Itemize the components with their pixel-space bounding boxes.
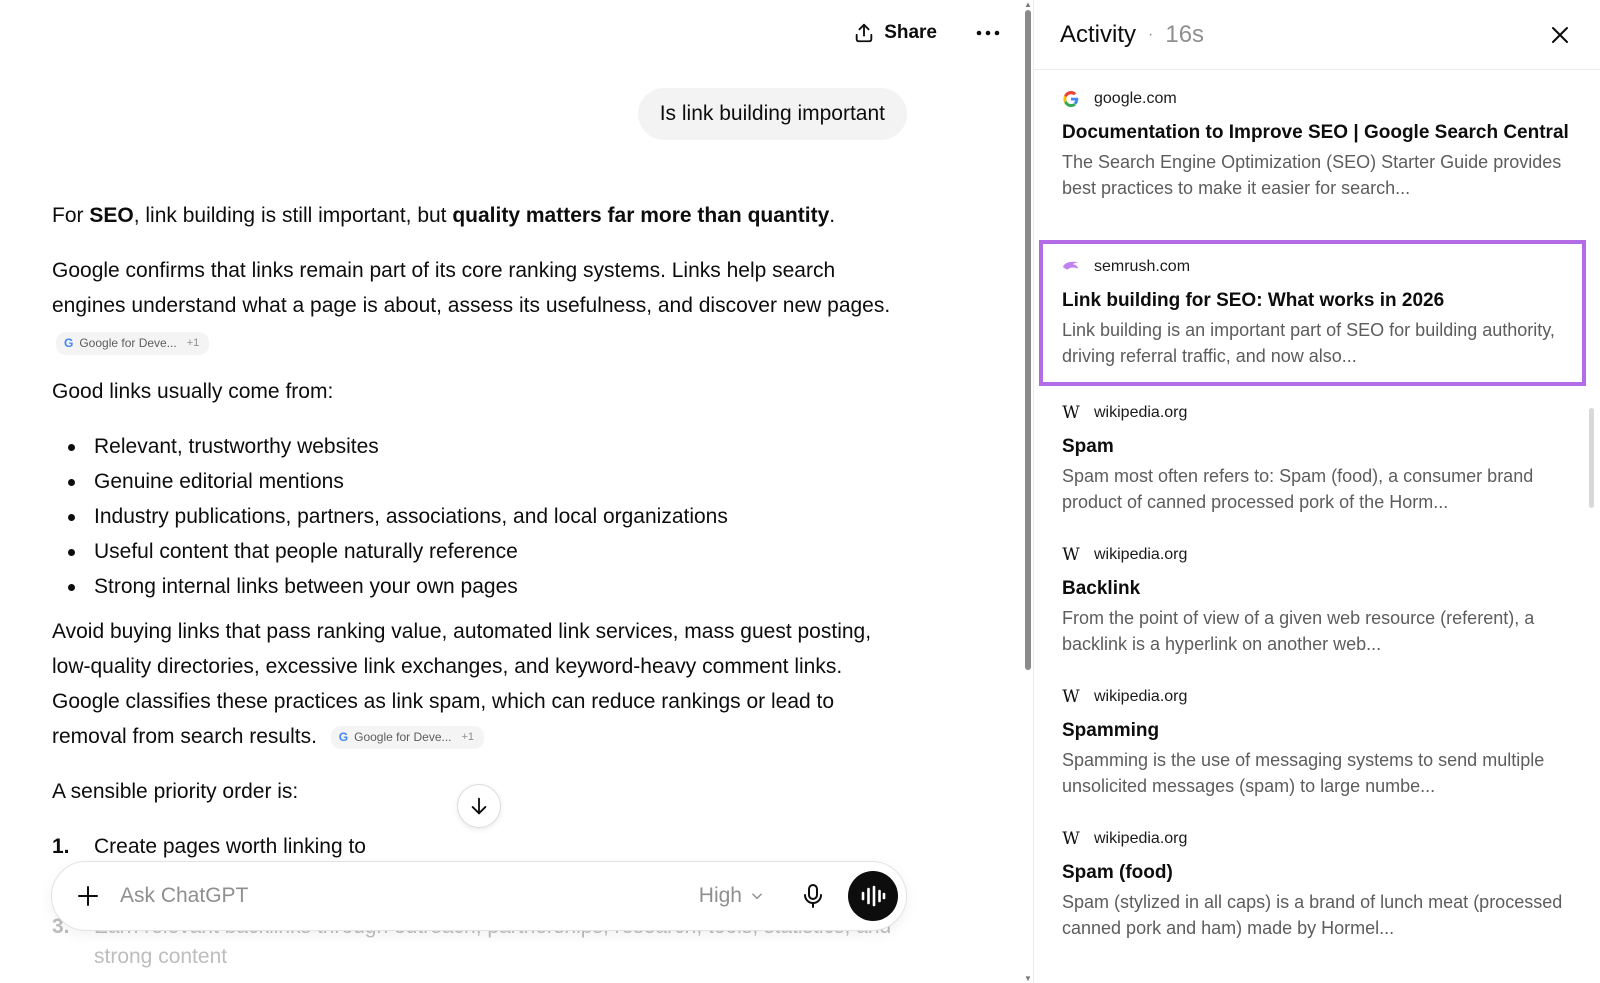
source-snippet: Spamming is the use of messaging systems… (1062, 750, 1545, 796)
chat-area: Share Is link building important For SEO… (0, 0, 1033, 983)
more-options-button[interactable] (969, 18, 1007, 48)
source-list: google.com Documentation to Improve SEO … (1034, 70, 1600, 954)
chevron-down-icon (752, 893, 762, 900)
answer-paragraph-4: Avoid buying links that pass ranking val… (52, 620, 872, 749)
list-item: Strong internal links between your own p… (66, 569, 912, 604)
source-snippet: From the point of view of a given web re… (1062, 608, 1535, 654)
source-title: Spam (1062, 436, 1114, 457)
source-item-highlighted[interactable]: semrush.com Link building for SEO: What … (1039, 240, 1586, 386)
source-item[interactable]: W wikipedia.org Spam Spam most often ref… (1034, 386, 1600, 528)
share-label: Share (884, 22, 937, 43)
source-item[interactable]: W wikipedia.org Backlink From the point … (1034, 528, 1600, 670)
source-domain: wikipedia.org (1094, 546, 1188, 563)
google-icon: G (338, 729, 349, 744)
plus-icon (78, 886, 98, 906)
source-snippet: Spam most often refers to: Spam (food), … (1062, 466, 1534, 512)
source-snippet: The Search Engine Optimization (SEO) Sta… (1062, 152, 1562, 198)
wikipedia-icon: W (1062, 403, 1080, 423)
source-item[interactable]: W wikipedia.org Spam (food) Spam (styliz… (1034, 812, 1600, 954)
source-title: Spam (food) (1062, 862, 1173, 883)
scroll-up-arrow-icon[interactable]: ▲ (1024, 0, 1032, 9)
source-item[interactable]: W wikipedia.org Spamming Spamming is the… (1034, 670, 1600, 812)
list-item: Useful content that people naturally ref… (66, 534, 912, 569)
list-item: Genuine editorial mentions (66, 464, 912, 499)
source-title: Link building for SEO: What works in 202… (1062, 290, 1445, 311)
close-activity-button[interactable] (1544, 19, 1576, 51)
assistant-answer: For SEO, link building is still importan… (52, 198, 912, 864)
source-title: Backlink (1062, 578, 1141, 599)
model-label: High (698, 884, 742, 907)
separator-dot: · (1148, 25, 1154, 43)
activity-header: Activity · 16s (1034, 0, 1600, 70)
list-item: 1. Create pages worth linking to (52, 835, 366, 858)
add-attachment-button[interactable] (72, 880, 104, 912)
activity-scrollbar-thumb[interactable] (1589, 408, 1594, 508)
citation-chip[interactable]: G Google for Deve... +1 (56, 331, 210, 355)
scrollbar-thumb[interactable] (1025, 10, 1031, 670)
microphone-button[interactable] (796, 879, 830, 913)
share-icon (855, 23, 873, 43)
source-domain: wikipedia.org (1094, 688, 1188, 705)
activity-title: Activity (1060, 20, 1137, 48)
more-horizontal-icon (976, 30, 1000, 36)
source-title: Documentation to Improve SEO | Google Se… (1062, 122, 1569, 143)
source-title: Spamming (1062, 720, 1160, 741)
chat-scrollbar[interactable]: ▲ ▼ (1024, 0, 1033, 983)
model-select[interactable]: High (699, 884, 764, 908)
activity-elapsed-time: 16s (1165, 20, 1205, 48)
user-message-bubble: Is link building important (637, 88, 907, 140)
numbered-list: 1. Create pages worth linking to (52, 829, 912, 864)
google-icon: G (64, 335, 74, 350)
semrush-icon (1062, 258, 1080, 276)
arrow-down-icon (471, 797, 487, 815)
source-snippet: Link building is an important part of SE… (1062, 320, 1555, 366)
scroll-to-bottom-button[interactable] (457, 784, 501, 828)
source-domain: semrush.com (1094, 258, 1191, 275)
wikipedia-icon: W (1062, 829, 1080, 849)
wikipedia-icon: W (1062, 545, 1080, 565)
chat-input[interactable] (120, 884, 699, 908)
source-domain: wikipedia.org (1094, 830, 1188, 847)
answer-paragraph-3: Good links usually come from: (52, 380, 334, 403)
list-item: Industry publications, partners, associa… (66, 499, 912, 534)
bold-quality: quality matters far more than quantity (452, 204, 830, 227)
bullet-list: Relevant, trustworthy websites Genuine e… (66, 429, 912, 604)
source-domain: wikipedia.org (1094, 404, 1188, 421)
chat-topbar: Share (847, 18, 1007, 48)
citation-chip[interactable]: G Google for Deve... +1 (330, 725, 485, 749)
scroll-down-arrow-icon[interactable]: ▼ (1024, 974, 1032, 983)
answer-paragraph-2: Google confirms that links remain part o… (52, 259, 891, 317)
voice-waveform-icon (861, 885, 886, 907)
activity-panel: Activity · 16s google.com Documentation … (1033, 0, 1600, 983)
answer-paragraph-1: For SEO, link building is still importan… (52, 204, 836, 227)
google-icon (1062, 90, 1080, 108)
voice-mode-button[interactable] (848, 871, 898, 921)
bold-seo: SEO (89, 204, 134, 227)
microphone-icon (804, 884, 822, 908)
list-item: Relevant, trustworthy websites (66, 429, 912, 464)
share-button[interactable]: Share (847, 18, 943, 48)
source-item[interactable]: google.com Documentation to Improve SEO … (1034, 70, 1600, 240)
source-domain: google.com (1094, 90, 1177, 107)
composer: High (51, 861, 907, 931)
wikipedia-icon: W (1062, 687, 1080, 707)
source-snippet: Spam (stylized in all caps) is a brand o… (1062, 892, 1563, 938)
close-icon (1552, 26, 1568, 43)
